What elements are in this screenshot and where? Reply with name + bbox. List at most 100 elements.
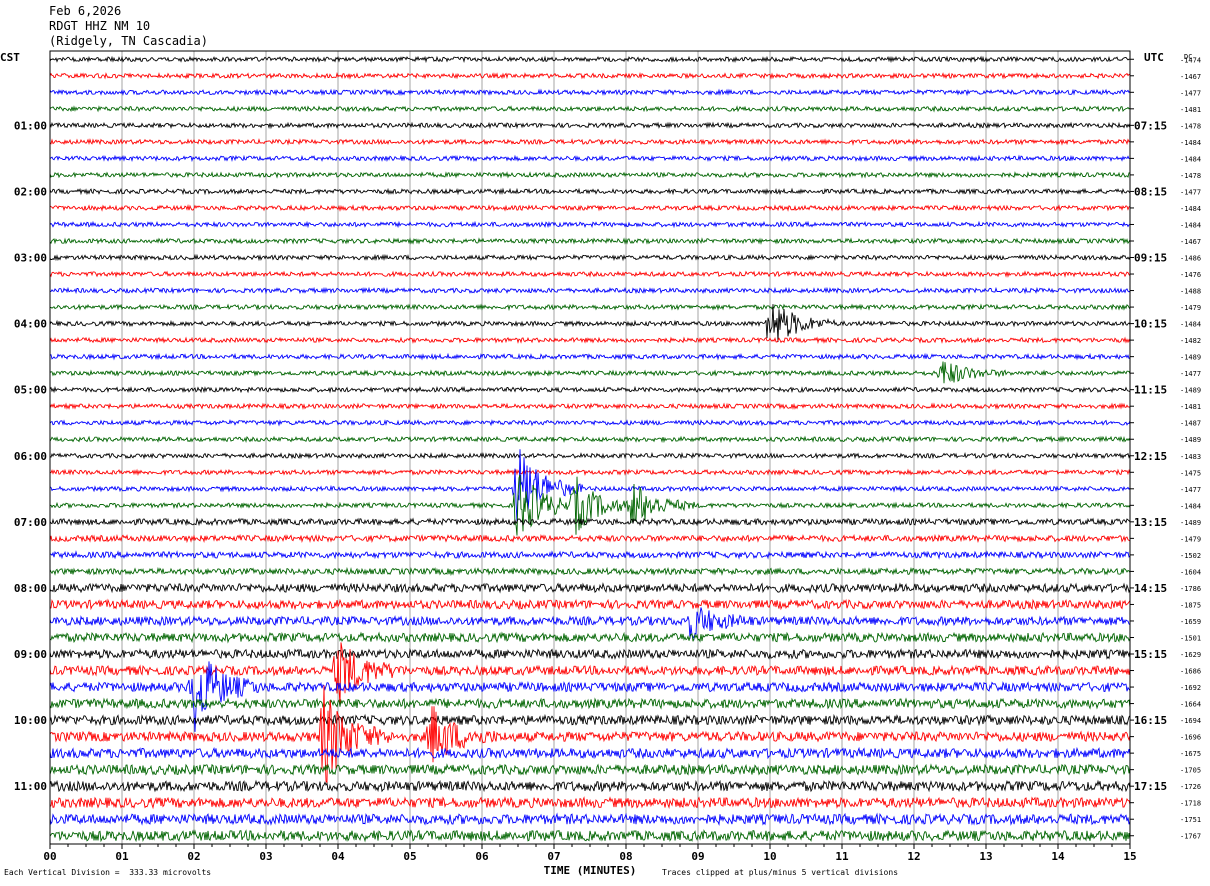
right-axis-label: UTC [1144, 51, 1164, 64]
seismic-trace [49, 171, 1131, 179]
dc-offset-label: -1664 [1180, 701, 1201, 709]
seismic-trace [49, 829, 1131, 843]
plot-frame [49, 50, 1131, 845]
left-hour-label: 10:00 [14, 714, 47, 727]
seismic-trace [49, 566, 1131, 577]
seismic-trace [49, 237, 1131, 245]
seismic-trace [49, 304, 1131, 342]
right-hour-label: 09:15 [1134, 252, 1167, 265]
dc-offset-label: -1477 [1180, 188, 1201, 196]
dc-offset-label: -1477 [1180, 486, 1201, 494]
right-hour-label: 10:15 [1134, 318, 1167, 331]
right-hour-label: 08:15 [1134, 185, 1167, 198]
dc-offset-label: -1629 [1180, 651, 1201, 659]
left-axis-label: CST [0, 51, 20, 64]
dc-offset-label: -1718 [1180, 800, 1201, 808]
dc-offset-label: -1751 [1180, 816, 1201, 824]
dc-offset-label: -1767 [1180, 833, 1201, 841]
dc-offset-label: -1502 [1180, 552, 1201, 560]
seismic-trace [49, 451, 1131, 460]
dc-offset-label: -1484 [1180, 321, 1201, 329]
dc-offset-label: -1484 [1180, 205, 1201, 213]
seismic-trace [49, 187, 1131, 196]
dc-offset-label: -1477 [1180, 89, 1201, 97]
x-tick-label: 14 [1051, 850, 1065, 863]
x-tick-label: 07 [547, 850, 560, 863]
dc-offset-label: -1604 [1180, 568, 1201, 576]
dc-offset-label: -1488 [1180, 288, 1201, 296]
left-hour-label: 07:00 [14, 516, 47, 529]
seismic-trace [49, 361, 1131, 384]
dc-offset-label: -1489 [1180, 519, 1201, 527]
seismic-trace [49, 550, 1131, 560]
seismic-trace [49, 121, 1131, 130]
left-hour-label: 01:00 [14, 119, 47, 132]
seismic-trace [49, 88, 1131, 97]
x-tick-label: 15 [1123, 850, 1136, 863]
seismic-trace [49, 647, 1131, 661]
x-tick-label: 09 [691, 850, 704, 863]
x-tick-label: 03 [259, 850, 272, 863]
seismic-trace [49, 763, 1131, 777]
scale-note: Each Vertical Division = 333.33 microvol… [4, 868, 212, 877]
dc-offset-label: -1484 [1180, 155, 1201, 163]
right-hour-label: 15:15 [1134, 648, 1167, 661]
dc-offset-label: -1477 [1180, 370, 1201, 378]
dc-offset-label: -1692 [1180, 684, 1201, 692]
x-tick-label: 00 [43, 850, 56, 863]
dc-offset-label: -1467 [1180, 73, 1201, 81]
seismic-trace [49, 796, 1131, 810]
clip-note: Traces clipped at plus/minus 5 vertical … [662, 868, 899, 877]
dc-offset-label: -1476 [1180, 271, 1201, 279]
right-hour-label: 11:15 [1134, 384, 1167, 397]
seismic-trace [49, 303, 1131, 312]
seismic-trace [49, 204, 1131, 212]
seismic-trace [49, 746, 1131, 760]
seismic-trace [49, 582, 1131, 594]
seismic-trace [49, 517, 1131, 527]
right-hour-label: 12:15 [1134, 450, 1167, 463]
seismic-trace [49, 270, 1131, 278]
dc-offset-label: -1726 [1180, 783, 1201, 791]
dc-offset-label: -1487 [1180, 420, 1201, 428]
dc-offset-label: -1659 [1180, 618, 1201, 626]
helicorder-chart: 00 01 02 03 04 05 06 07 08 09 10 11 12 13 14 15 TIME (MI… [0, 50, 1201, 877]
dc-offset-label: -1467 [1180, 238, 1201, 246]
seismic-trace [49, 105, 1131, 113]
seismic-trace [49, 220, 1131, 229]
x-axis-label: TIME (MINUTES) [544, 864, 637, 877]
right-hour-label: 07:15 [1134, 119, 1167, 132]
dc-offset-label: -1486 [1180, 255, 1201, 263]
left-hour-label: 04:00 [14, 318, 47, 331]
seismic-trace [49, 154, 1130, 163]
dc-offset-label: -1481 [1180, 403, 1201, 411]
dc-offset-label: -1686 [1180, 668, 1201, 676]
seismic-trace [49, 607, 1131, 641]
dc-offset-label: -1478 [1180, 122, 1201, 130]
x-tick-label: 05 [403, 850, 416, 863]
x-tick-label: 13 [979, 850, 992, 863]
left-hour-label: 05:00 [14, 384, 47, 397]
seismic-trace [49, 468, 1131, 477]
dc-offset-label: -1474 [1180, 56, 1201, 64]
grid-lines [121, 51, 1059, 844]
dc-offset-label: -1484 [1180, 139, 1201, 147]
dc-offset-label: -1484 [1180, 502, 1201, 510]
dc-offset-label: -1479 [1180, 304, 1201, 312]
seismic-trace [49, 533, 1131, 544]
dc-offset-label: -1481 [1180, 106, 1201, 114]
seismic-trace [49, 286, 1131, 295]
seismic-trace [49, 697, 1131, 710]
dc-offset-label: -1482 [1180, 337, 1201, 345]
right-hour-label: 16:15 [1134, 714, 1167, 727]
x-tick-label: 12 [907, 850, 920, 863]
seismic-trace [49, 336, 1131, 344]
seismic-trace [49, 713, 1131, 727]
x-tick-label: 04 [331, 850, 345, 863]
seismic-trace [49, 55, 1131, 64]
seismic-trace [49, 352, 1131, 361]
dc-offset-label: -1484 [1180, 221, 1201, 229]
dc-offset-label: -1694 [1180, 717, 1201, 725]
left-hour-label: 09:00 [14, 648, 47, 661]
x-tick-label: 02 [187, 850, 200, 863]
